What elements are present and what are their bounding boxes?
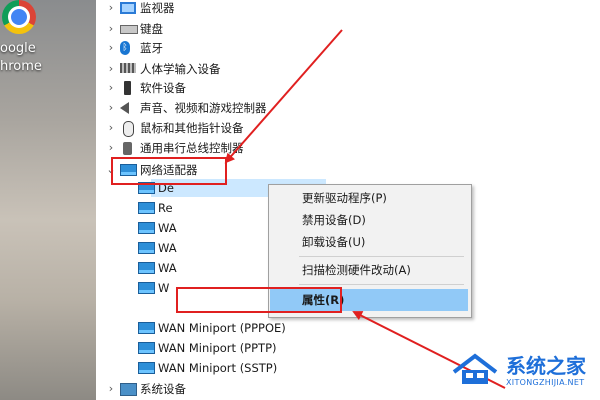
tree-category-label: 系统设备 <box>140 382 186 396</box>
device-tree: › 监视器 › 键盘 › ᛒ 蓝牙 › 人体学输入设备 › 软件设备 › 声音、… <box>96 0 600 400</box>
desktop-background: oogle hrome <box>0 0 96 400</box>
menu-item-update-driver[interactable]: 更新驱动程序(P) <box>270 187 468 209</box>
tree-category-bluetooth[interactable]: › ᛒ 蓝牙 <box>96 38 396 58</box>
tree-category-keyboards[interactable]: › 键盘 <box>96 19 396 39</box>
monitor-icon <box>120 2 136 14</box>
tree-category-system-devices[interactable]: › 系统设备 <box>96 379 396 399</box>
hid-icon <box>120 63 136 73</box>
mouse-icon <box>123 121 134 137</box>
network-adapter-icon <box>138 322 155 334</box>
menu-item-uninstall-device[interactable]: 卸载设备(U) <box>270 231 468 253</box>
bluetooth-icon: ᛒ <box>120 41 130 55</box>
tree-category-usb-controllers[interactable]: › 通用串行总线控制器 <box>96 138 396 158</box>
network-adapter-label: W <box>158 281 170 295</box>
chevron-right-icon[interactable]: › <box>106 379 116 399</box>
network-adapter-label: WAN Miniport (PPTP) <box>158 341 277 355</box>
tree-category-label: 蓝牙 <box>140 41 163 55</box>
network-adapter-icon <box>138 342 155 354</box>
chevron-right-icon[interactable]: › <box>106 19 116 39</box>
menu-item-properties[interactable]: 属性(R) <box>270 289 468 311</box>
tree-category-network-adapters[interactable]: ⌄ 网络适配器 <box>96 160 396 180</box>
menu-separator <box>299 256 464 257</box>
watermark-title: 系统之家 <box>506 354 586 378</box>
tree-category-mice[interactable]: › 鼠标和其他指针设备 <box>96 118 396 138</box>
menu-separator <box>299 284 464 285</box>
watermark-subtitle: XITONGZHIJIA.NET <box>506 378 585 387</box>
tree-category-hid[interactable]: › 人体学输入设备 <box>96 59 396 79</box>
chevron-right-icon[interactable]: › <box>106 138 116 158</box>
network-adapter-icon <box>138 282 155 294</box>
system-device-icon <box>120 383 137 396</box>
tree-category-label: 键盘 <box>140 22 163 36</box>
network-adapter-label: WA <box>158 261 177 275</box>
keyboard-icon <box>120 25 138 34</box>
tree-category-label: 网络适配器 <box>140 163 198 177</box>
chrome-icon[interactable] <box>2 0 36 34</box>
desktop-shortcut-label[interactable]: oogle <box>0 41 36 56</box>
network-adapter-icon <box>120 164 137 176</box>
desktop-shortcut-label[interactable]: hrome <box>0 59 42 74</box>
tree-category-software-devices[interactable]: › 软件设备 <box>96 78 396 98</box>
tree-category-label: 鼠标和其他指针设备 <box>140 121 244 135</box>
menu-item-disable-device[interactable]: 禁用设备(D) <box>270 209 468 231</box>
network-adapter-label: WA <box>158 221 177 235</box>
speaker-icon <box>120 102 129 114</box>
network-adapter-label: WA <box>158 241 177 255</box>
network-adapter-icon <box>138 362 155 374</box>
watermark-logo <box>452 353 498 384</box>
chevron-right-icon[interactable]: › <box>106 0 116 18</box>
tree-category-monitors[interactable]: › 监视器 <box>96 0 396 18</box>
tree-category-label: 通用串行总线控制器 <box>140 141 244 155</box>
usb-icon <box>123 142 132 155</box>
chevron-right-icon[interactable]: › <box>106 118 116 138</box>
chevron-right-icon[interactable]: › <box>106 78 116 98</box>
tree-category-label: 监视器 <box>140 1 175 15</box>
tree-category-label: 声音、视频和游戏控制器 <box>140 101 267 115</box>
chevron-right-icon[interactable]: › <box>106 98 116 118</box>
context-menu: 更新驱动程序(P) 禁用设备(D) 卸载设备(U) 扫描检测硬件改动(A) 属性… <box>268 184 472 318</box>
network-adapter-label: WAN Miniport (SSTP) <box>158 361 278 375</box>
tree-category-sound-video-game[interactable]: › 声音、视频和游戏控制器 <box>96 98 396 118</box>
network-adapter-item[interactable]: WAN Miniport (PPTP) <box>96 338 396 358</box>
tree-category-label: 软件设备 <box>140 81 186 95</box>
network-adapter-icon <box>138 182 155 194</box>
tree-category-label: 人体学输入设备 <box>140 62 221 76</box>
network-adapter-icon <box>138 202 155 214</box>
network-adapter-label: WAN Miniport (PPPOE) <box>158 321 286 335</box>
chevron-right-icon[interactable]: › <box>106 59 116 79</box>
chevron-right-icon[interactable]: › <box>106 38 116 58</box>
network-adapter-item[interactable]: WAN Miniport (PPPOE) <box>96 318 396 338</box>
network-adapter-icon <box>138 242 155 254</box>
network-adapter-label: De <box>158 181 174 195</box>
network-adapter-icon <box>138 222 155 234</box>
network-adapter-label: Re <box>158 201 173 215</box>
chevron-down-icon[interactable]: ⌄ <box>106 160 116 180</box>
network-adapter-item[interactable]: WAN Miniport (SSTP) <box>96 358 396 378</box>
menu-item-scan-hardware-changes[interactable]: 扫描检测硬件改动(A) <box>270 259 468 281</box>
network-adapter-icon <box>138 262 155 274</box>
software-device-icon <box>124 81 131 95</box>
